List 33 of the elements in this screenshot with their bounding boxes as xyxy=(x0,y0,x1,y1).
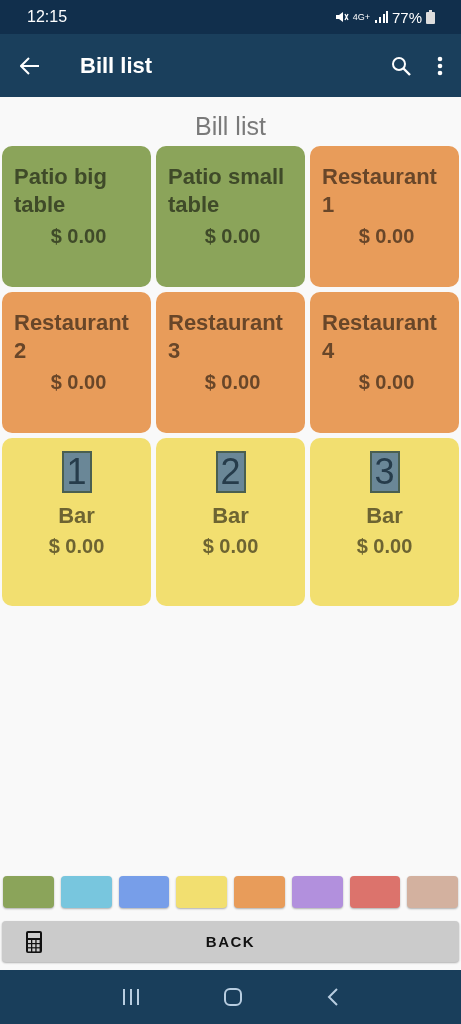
clock: 12:15 xyxy=(27,8,68,26)
table-tile[interactable]: Restaurant 3 $ 0.00 xyxy=(156,292,305,433)
color-swatch[interactable] xyxy=(234,876,285,908)
color-swatch[interactable] xyxy=(349,876,401,908)
number-badge: 1 xyxy=(61,451,92,493)
color-swatch[interactable] xyxy=(176,876,227,908)
table-tile[interactable]: Patio small table $ 0.00 xyxy=(156,146,305,287)
color-swatch[interactable] xyxy=(407,876,458,908)
mute-icon xyxy=(334,11,349,23)
number-badge: 3 xyxy=(369,451,400,493)
table-tile[interactable]: Restaurant 2 $ 0.00 xyxy=(2,292,151,433)
table-tile[interactable]: Restaurant 1 $ 0.00 xyxy=(310,146,459,287)
recent-apps-icon[interactable] xyxy=(122,989,141,1005)
app-bar-title: Bill list xyxy=(80,52,154,79)
bar-tile[interactable]: 1 Bar $ 0.00 xyxy=(2,438,151,606)
page-title: Bill list xyxy=(194,112,267,141)
color-swatch[interactable] xyxy=(118,876,170,908)
color-swatch[interactable] xyxy=(291,876,343,908)
color-swatch[interactable] xyxy=(3,876,54,908)
table-tile[interactable]: Patio big table $ 0.00 xyxy=(2,146,151,287)
battery-icon xyxy=(426,10,435,24)
back-nav-icon[interactable] xyxy=(326,988,339,1006)
number-badge: 2 xyxy=(215,451,246,493)
battery-level: 77% xyxy=(391,8,422,26)
bar-tile[interactable]: 2 Bar $ 0.00 xyxy=(156,438,305,606)
color-swatch[interactable] xyxy=(60,876,112,908)
signal-icon xyxy=(373,11,388,23)
network-label: 4G+ xyxy=(352,12,370,22)
table-tile[interactable]: Restaurant 4 $ 0.00 xyxy=(310,292,459,433)
back-button[interactable]: BACK xyxy=(2,921,459,962)
home-icon[interactable] xyxy=(224,988,243,1006)
calculator-icon xyxy=(26,931,42,953)
bar-tile[interactable]: 3 Bar $ 0.00 xyxy=(310,438,459,606)
